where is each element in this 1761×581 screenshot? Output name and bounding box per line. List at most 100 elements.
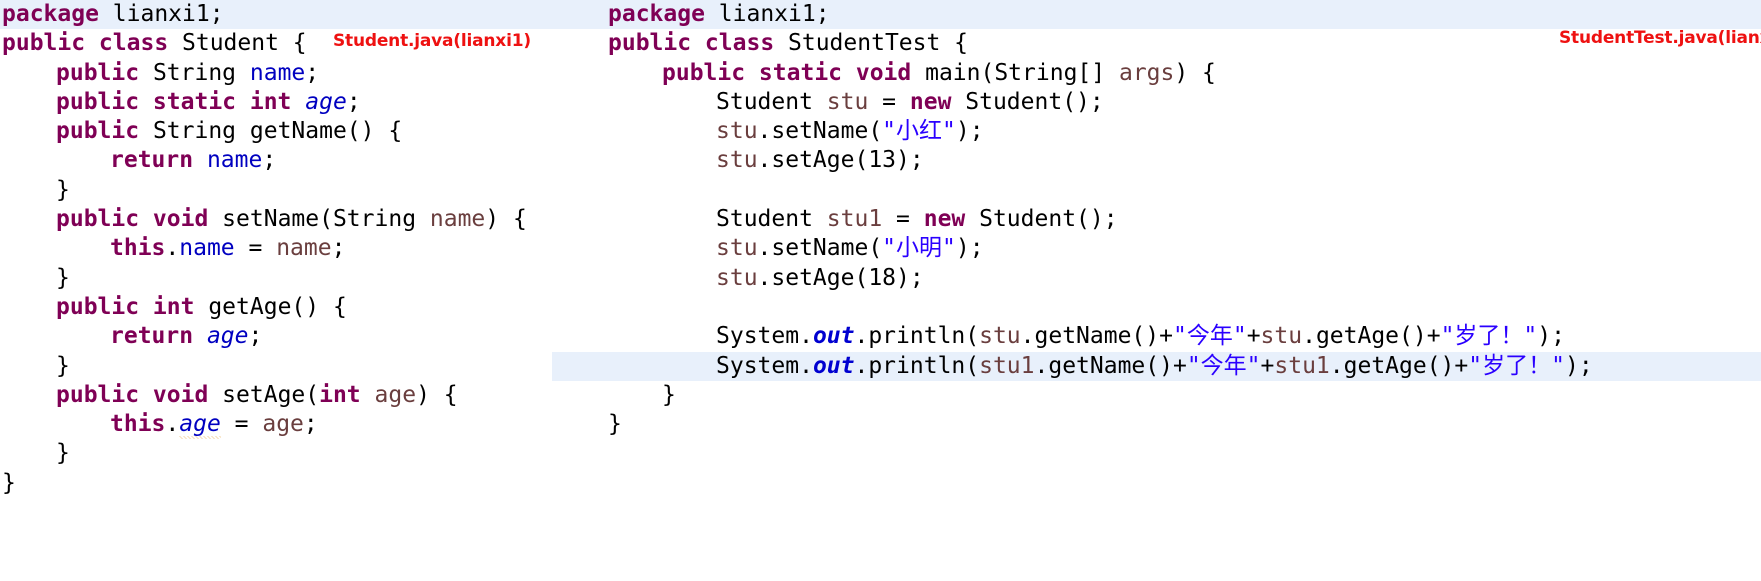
code-token: package: [608, 1, 705, 27]
code-token: lianxi1;: [704, 1, 830, 27]
code-token: Student: [716, 88, 827, 115]
code-line[interactable]: }: [0, 176, 552, 205]
code-token: }: [662, 381, 676, 408]
code-token: stu: [826, 88, 869, 115]
code-token: }: [56, 440, 70, 467]
code-line[interactable]: stu.setAge(18);: [552, 264, 1761, 293]
code-line[interactable]: public String getName() {: [0, 117, 552, 146]
code-token: return: [110, 323, 194, 350]
code-line[interactable]: public void setAge(int age) {: [0, 381, 552, 410]
editor-pane-studenttest-java[interactable]: package lianxi1; public class StudentTest…: [552, 0, 1761, 581]
code-line[interactable]: public static int age;: [0, 88, 552, 117]
code-token: getAge() {: [194, 293, 347, 320]
code-token: "今年": [1172, 323, 1247, 350]
code-token: +: [1260, 352, 1275, 379]
code-token: .getAge()+: [1302, 323, 1441, 350]
code-token: age: [374, 381, 417, 408]
code-token: "岁了！": [1468, 352, 1565, 379]
code-lines-studenttest-java[interactable]: package lianxi1; public class StudentTest…: [552, 0, 1761, 439]
code-token: .setName(: [757, 235, 883, 262]
code-line[interactable]: package lianxi1;: [552, 0, 1761, 30]
code-token: ) {: [1174, 59, 1216, 86]
code-line[interactable]: System.out.println(stu.getName()+"今年"+st…: [552, 322, 1761, 351]
code-token: args: [1118, 59, 1175, 86]
code-token: ;: [303, 411, 318, 438]
code-token: name: [206, 147, 263, 174]
code-token: return: [110, 147, 194, 174]
code-token: Student {: [168, 30, 307, 57]
code-line[interactable]: public static void main(String[] args) {: [552, 59, 1761, 88]
code-line[interactable]: System.out.println(stu1.getName()+"今年"+s…: [552, 351, 1761, 381]
code-line[interactable]: }: [0, 352, 552, 381]
code-line[interactable]: }: [0, 264, 552, 293]
code-token: .: [165, 411, 180, 438]
code-token: }: [56, 176, 70, 203]
code-token: "今年": [1186, 352, 1261, 379]
code-token: ;: [346, 88, 361, 115]
code-line[interactable]: [552, 293, 1761, 322]
code-token: ;: [305, 59, 320, 86]
code-token: public void: [56, 381, 209, 408]
code-token: .getAge()+: [1329, 352, 1469, 379]
code-token: =: [868, 88, 910, 115]
code-token: age: [179, 411, 221, 440]
code-token: .getName()+: [1034, 352, 1187, 379]
code-token: }: [608, 411, 622, 438]
code-token: }: [56, 352, 70, 379]
code-token: setName(String: [208, 206, 430, 233]
code-line[interactable]: }: [552, 410, 1761, 439]
code-line[interactable]: return name;: [0, 146, 552, 175]
code-token: "小红": [882, 118, 956, 145]
code-token: name: [179, 235, 235, 262]
code-token: stu: [716, 118, 758, 145]
code-token: =: [220, 411, 263, 438]
code-token: this: [110, 235, 166, 262]
code-token: public class: [608, 30, 775, 57]
code-token: ;: [262, 147, 277, 174]
code-token: stu: [979, 323, 1021, 350]
code-line[interactable]: }: [552, 381, 1761, 410]
code-token: stu: [1260, 323, 1303, 350]
code-line[interactable]: this.age = age;: [0, 410, 552, 440]
code-token: stu1: [1274, 352, 1330, 379]
annotation-studenttest-java-filename: StudentTest.java(lianxi1): [1559, 28, 1761, 48]
code-line[interactable]: package lianxi1;: [0, 0, 552, 30]
code-token: );: [955, 235, 984, 262]
code-token: System.: [716, 352, 813, 379]
code-line[interactable]: stu.setAge(13);: [552, 146, 1761, 175]
code-line[interactable]: public String name;: [0, 59, 552, 88]
code-token: ;: [248, 323, 263, 350]
code-token: package: [2, 1, 99, 27]
code-line[interactable]: stu.setName("小明");: [552, 234, 1761, 263]
code-token: .setName(: [757, 118, 883, 145]
code-token: Student();: [965, 206, 1118, 233]
code-token: stu1: [826, 206, 883, 233]
code-line[interactable]: stu.setName("小红");: [552, 117, 1761, 146]
code-line[interactable]: public int getAge() {: [0, 293, 552, 322]
code-token: age: [206, 323, 249, 350]
code-token: new: [923, 206, 966, 233]
code-token: age: [305, 88, 347, 115]
code-token: String getName() {: [139, 118, 403, 145]
code-line[interactable]: return age;: [0, 322, 552, 351]
editor-pane-student-java[interactable]: package lianxi1; public class Student {pu…: [0, 0, 552, 581]
code-token: +: [1246, 323, 1261, 350]
code-line[interactable]: }: [0, 439, 552, 468]
code-line[interactable]: Student stu = new Student();: [552, 88, 1761, 117]
code-token: out: [812, 323, 855, 350]
code-line[interactable]: this.name = name;: [0, 234, 552, 263]
code-token: );: [955, 118, 984, 145]
code-line[interactable]: Student stu1 = new Student();: [552, 205, 1761, 234]
code-line[interactable]: }: [0, 469, 552, 498]
code-token: stu: [716, 264, 758, 291]
side-by-side-code-view: package lianxi1; public class Student {pu…: [0, 0, 1761, 581]
code-token: "小明": [882, 235, 956, 262]
code-line[interactable]: public void setName(String name) {: [0, 205, 552, 234]
code-token: public: [56, 59, 140, 86]
code-token: );: [1537, 323, 1565, 350]
code-lines-student-java[interactable]: package lianxi1; public class Student {pu…: [0, 0, 552, 498]
code-token: public static void: [662, 59, 912, 86]
code-line[interactable]: [552, 176, 1761, 205]
